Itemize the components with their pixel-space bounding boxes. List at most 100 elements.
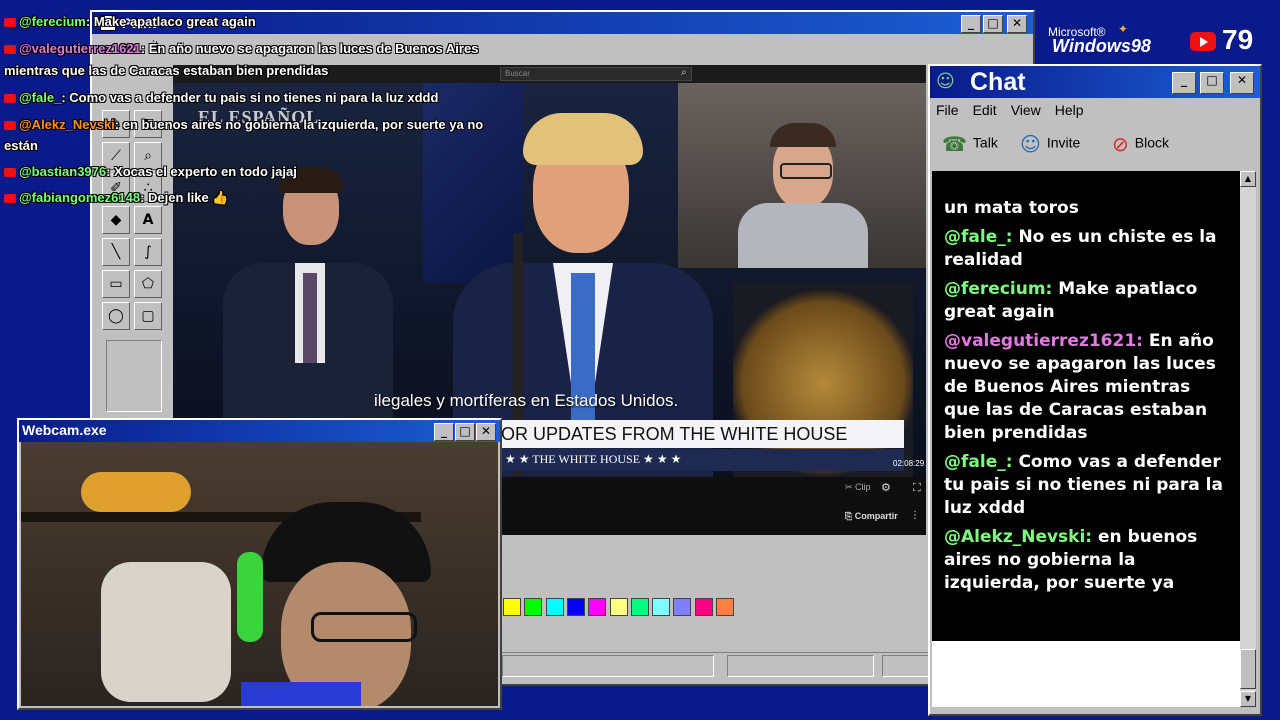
overlay-username: @Alekz_Nevski [19,117,115,132]
youtube-icon [4,168,16,178]
video-time: 02:08:29 [893,459,925,468]
talk-button[interactable]: ☎ Talk [942,132,998,156]
tool-options-box [106,340,162,412]
chat-input[interactable] [932,641,1240,707]
block-button[interactable]: ⊘ Block [1112,132,1169,156]
webcam-title: Webcam.exe [22,422,107,438]
chat-message: @fale_: Como vas a defender tu pais si n… [944,451,1230,520]
rounded-rect-icon[interactable]: ▢ [134,302,162,330]
webcam-title-bar: Webcam.exe _ □ ✕ [19,420,500,442]
chat-window: ☺ Chat _ □ ✕ File Edit View Help ☎ Talk ☺ Invi… [928,64,1262,716]
eraser-icon[interactable]: ◆ [102,206,130,234]
minimize-icon[interactable]: _ [961,15,981,33]
overlay-chat-line: @valegutierrez1621: En año nuevo se apag… [4,41,478,56]
scroll-thumb[interactable] [1240,649,1256,689]
chat-title: Chat [970,68,1026,96]
color-swatch[interactable] [694,598,713,616]
color-swatch[interactable] [503,598,521,616]
chat-username: @Alekz_Nevski: [944,527,1093,547]
text-icon[interactable]: A [134,206,162,234]
color-swatch[interactable] [609,598,628,616]
chat-username: @valegutierrez1621: [944,331,1143,351]
chat-message: un mata toros [944,197,1230,220]
settings-icon[interactable]: ⚙ [881,481,891,494]
maximize-icon[interactable]: □ [455,423,475,441]
overlay-message: : en buenos aires no gobierna la izquier… [114,117,484,132]
overlay-username: @bastian3976 [19,164,107,179]
chat-scrollbar[interactable]: ▲ ▼ [1240,171,1256,707]
invite-icon: ☺ [1020,132,1041,156]
fullscreen-icon[interactable]: ⛶ [913,481,921,495]
chat-username: @ferecium: [944,279,1053,299]
overlay-chat-line: mientras que las de Caracas estaban bien… [4,63,328,78]
overlay-chat-line: @ferecium: Make apatlaco great again [4,14,256,29]
polygon-icon[interactable]: ⬠ [134,270,162,298]
curve-icon[interactable]: ∫ [134,238,162,266]
color-swatch[interactable] [716,598,734,616]
overlay-username: @fale_ [19,90,62,105]
talk-icon: ☎ [942,132,967,156]
close-icon[interactable]: ✕ [1230,72,1254,94]
overlay-message: mientras que las de Caracas estaban bien… [4,63,329,78]
color-swatch[interactable] [545,598,564,616]
youtube-icon [4,121,16,131]
overlay-chat-line: @Alekz_Nevski: en buenos aires no gobier… [4,117,483,132]
overlay-message: : Como vas a defender tu pais si no tien… [61,90,439,105]
chat-message: @valegutierrez1621: En año nuevo se apag… [944,330,1230,445]
maximize-icon[interactable]: □ [1200,72,1224,94]
menu-item-edit[interactable]: Edit [973,102,997,118]
paint-toolbox: ✎ ◧ ⟋ ⌕ ✐ ∴ ◆ A ╲ ∫ ▭ ⬠ ◯ ▢ [98,60,168,420]
overlay-username: @valegutierrez1621 [19,41,141,56]
close-icon[interactable]: ✕ [1007,15,1027,33]
overlay-chat-line: @fale_: Como vas a defender tu pais si n… [4,90,438,105]
overlay-chat-line: @fabiangomez6148: Dejen like 👍 [4,190,229,206]
banner-sub: ★ ★ THE WHITE HOUSE ★ ★ ★ [501,449,904,471]
close-icon[interactable]: ✕ [476,423,496,441]
windows98-logo: Microsoft® ✦ Windows98 [1048,22,1151,56]
chat-log[interactable]: un mata toros @fale_: No es un chiste es … [932,171,1240,641]
color-swatch[interactable] [630,598,649,616]
webcam-feed [21,442,498,706]
minimize-icon[interactable]: _ [1172,72,1196,94]
color-swatch[interactable] [652,598,671,616]
search-icon[interactable]: ⌕ [681,67,687,78]
menu-item-view[interactable]: View [1011,102,1041,118]
menu-item-file[interactable]: File [936,102,959,118]
chat-message: @fale_: No es un chiste es la realidad [944,226,1230,272]
viewer-count: 79 [1222,24,1254,55]
chat-title-bar: ☺ Chat _ □ ✕ [930,66,1260,98]
chat-text: un mata toros [944,198,1079,218]
color-swatch[interactable] [566,598,585,616]
windows-flag-icon: ✦ [1118,22,1129,36]
line-icon[interactable]: ╲ [102,238,130,266]
menu-item-help[interactable]: Help [1055,102,1084,118]
youtube-icon [4,194,16,204]
chat-message: @Alekz_Nevski: en buenos aires no gobier… [944,526,1230,595]
chat-username: @fale_: [944,227,1013,247]
youtube-icon [1190,32,1216,51]
block-icon: ⊘ [1112,132,1129,156]
streamer-inset [678,83,926,268]
more-icon[interactable]: ⋮ [910,510,920,521]
invite-button[interactable]: ☺ Invite [1020,132,1080,156]
minimize-icon[interactable]: _ [434,423,454,441]
clip-button[interactable]: ✂ Clip [845,482,871,493]
rectangle-icon[interactable]: ▭ [102,270,130,298]
color-swatch[interactable] [673,598,692,616]
webcam-window: Webcam.exe _ □ ✕ [17,418,502,710]
chat-message: @ferecium: Make apatlaco great again [944,278,1230,324]
ellipse-icon[interactable]: ◯ [102,302,130,330]
color-swatch[interactable] [588,598,607,616]
overlay-message: : Dejen like 👍 [140,190,229,205]
share-button[interactable]: ⎘ Compartir [845,511,898,522]
chat-people-icon: ☺ [936,71,955,92]
scroll-down-icon[interactable]: ▼ [1240,691,1256,707]
search-input[interactable]: Buscar [500,67,692,81]
overlay-username: @fabiangomez6148 [19,190,141,205]
youtube-icon [4,18,16,28]
overlay-chat-line: @bastian3976: Xocas el experto en todo j… [4,164,297,179]
color-swatch[interactable] [524,598,543,616]
youtube-icon [4,45,16,55]
scroll-up-icon[interactable]: ▲ [1240,171,1256,187]
maximize-icon[interactable]: □ [983,15,1003,33]
